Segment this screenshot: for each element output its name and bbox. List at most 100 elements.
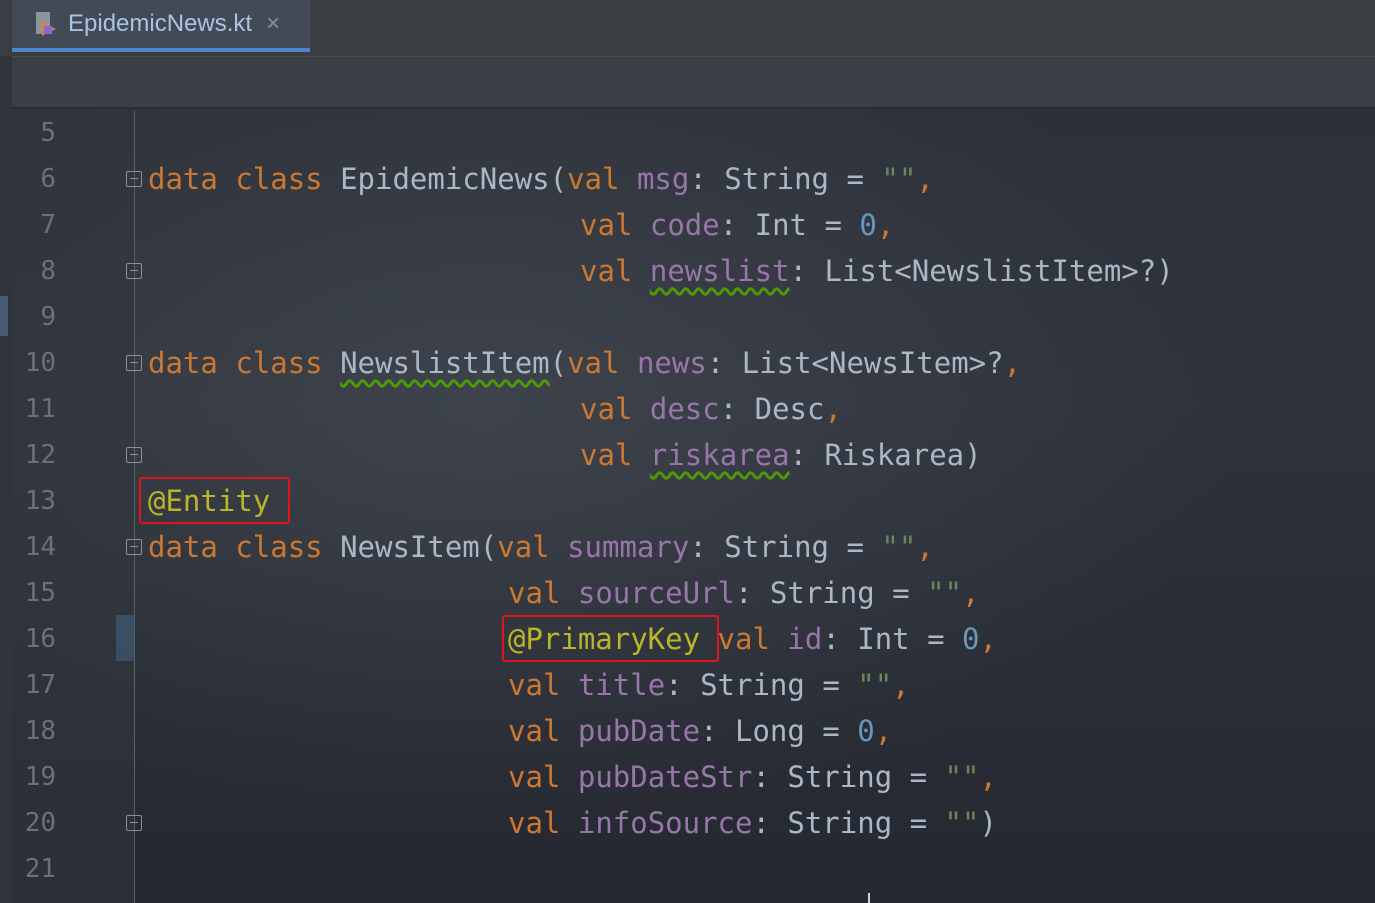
punctuation: , <box>962 576 980 610</box>
punctuation: ) <box>979 806 997 840</box>
line-number: 11 <box>24 394 56 424</box>
code-line-11[interactable]: val desc: Desc, <box>580 386 842 432</box>
keyword: val <box>508 576 561 610</box>
code-line-20[interactable]: val infoSource: String = "") <box>508 800 997 846</box>
code-line-19[interactable]: val pubDateStr: String = "", <box>508 754 997 800</box>
keyword: class <box>235 530 323 564</box>
line-number: 9 <box>40 302 56 332</box>
number-literal: 0 <box>857 714 875 748</box>
code-line-14[interactable]: data class NewsItem(val summary: String … <box>148 524 934 570</box>
property-name: newslist <box>649 254 790 288</box>
keyword: val <box>717 622 770 656</box>
type-name: String <box>769 576 875 610</box>
fold-toggle-icon[interactable] <box>126 447 142 463</box>
type-name: String <box>724 530 829 564</box>
fold-toggle-icon[interactable] <box>126 355 142 371</box>
fold-toggle-icon[interactable] <box>126 539 142 555</box>
operator: = <box>804 668 858 702</box>
type-name: String <box>787 760 893 794</box>
code-line-7[interactable]: val code: Int = 0, <box>580 202 894 248</box>
punctuation: : <box>700 714 735 748</box>
scroll-marker <box>0 296 8 336</box>
line-number: 12 <box>24 440 56 470</box>
property-name: pubDateStr <box>577 760 753 794</box>
type-name: Desc <box>754 392 825 426</box>
line-marker <box>116 615 134 661</box>
type-name: Int <box>857 622 910 656</box>
code-line-10[interactable]: data class NewslistItem(val news: List<N… <box>148 340 1021 386</box>
operator: = <box>829 162 882 196</box>
close-icon[interactable]: × <box>266 10 280 38</box>
property-name: title <box>577 668 666 702</box>
punctuation: : <box>789 254 825 288</box>
punctuation: , <box>876 208 895 242</box>
punctuation: , <box>979 622 997 656</box>
operator: = <box>892 760 945 794</box>
code-line-12[interactable]: val riskarea: Riskarea) <box>580 432 982 478</box>
code-line-8[interactable]: val newslist: List<NewslistItem>?) <box>580 248 1174 294</box>
line-number: 16 <box>24 624 56 654</box>
line-number: 13 <box>24 486 56 516</box>
punctuation: , <box>979 760 997 794</box>
keyword: val <box>508 668 561 702</box>
punctuation: : <box>735 576 770 610</box>
line-number: 10 <box>24 348 56 378</box>
punctuation: , <box>824 392 842 426</box>
keyword: val <box>567 162 620 196</box>
operator: = <box>804 714 858 748</box>
punctuation: : <box>719 392 755 426</box>
keyword: val <box>508 760 561 794</box>
text-caret <box>868 893 870 903</box>
keyword: val <box>567 346 620 380</box>
fold-toggle-icon[interactable] <box>126 171 142 187</box>
property-name: code <box>649 208 720 242</box>
operator: = <box>807 208 860 242</box>
punctuation: : <box>706 346 742 380</box>
punctuation: : <box>719 208 755 242</box>
property-name: sourceUrl <box>577 576 735 610</box>
line-number: 8 <box>40 256 56 286</box>
tab-epidemicnews[interactable]: EpidemicNews.kt × <box>12 0 310 52</box>
code-line-15[interactable]: val sourceUrl: String = "", <box>508 570 979 616</box>
operator: = <box>892 806 945 840</box>
line-number: 14 <box>24 532 56 562</box>
line-number: 20 <box>24 808 56 838</box>
highlight-box-primarykey <box>502 615 719 662</box>
string-literal: "" <box>927 576 962 610</box>
property-name: id <box>787 622 823 656</box>
punctuation: : <box>665 668 701 702</box>
property-name: msg <box>636 162 690 196</box>
fold-toggle-icon[interactable] <box>126 815 142 831</box>
line-number: 17 <box>24 670 56 700</box>
number-literal: 0 <box>859 208 877 242</box>
operator: = <box>829 530 882 564</box>
keyword: val <box>580 208 633 242</box>
code-line-17[interactable]: val title: String = "", <box>508 662 910 708</box>
code-line-18[interactable]: val pubDate: Long = 0, <box>508 708 892 754</box>
line-number: 6 <box>40 164 56 194</box>
punctuation: , <box>892 668 910 702</box>
punctuation: : <box>689 162 725 196</box>
editor-toolbar-strip <box>12 57 1375 109</box>
type-name: List<NewslistItem>?) <box>824 254 1174 288</box>
keyword: class <box>235 162 323 196</box>
type-name: String <box>787 806 893 840</box>
line-number: 21 <box>24 854 56 884</box>
type-name: Long <box>735 714 805 748</box>
punctuation: : <box>789 438 825 472</box>
code-line-6[interactable]: data class EpidemicNews(val msg: String … <box>148 156 934 202</box>
keyword: data <box>148 162 218 196</box>
fold-toggle-icon[interactable] <box>126 263 142 279</box>
punctuation: , <box>916 162 934 196</box>
operator: = <box>874 576 928 610</box>
punctuation: : <box>689 530 725 564</box>
line-number: 5 <box>40 118 56 148</box>
operator: = <box>909 622 963 656</box>
left-tool-strip <box>0 56 12 903</box>
property-name: news <box>636 346 707 380</box>
type-name: Int <box>754 208 808 242</box>
punctuation: : <box>822 622 858 656</box>
string-literal: "" <box>881 530 917 564</box>
class-name: NewslistItem <box>340 346 550 380</box>
line-number: 19 <box>24 762 56 792</box>
